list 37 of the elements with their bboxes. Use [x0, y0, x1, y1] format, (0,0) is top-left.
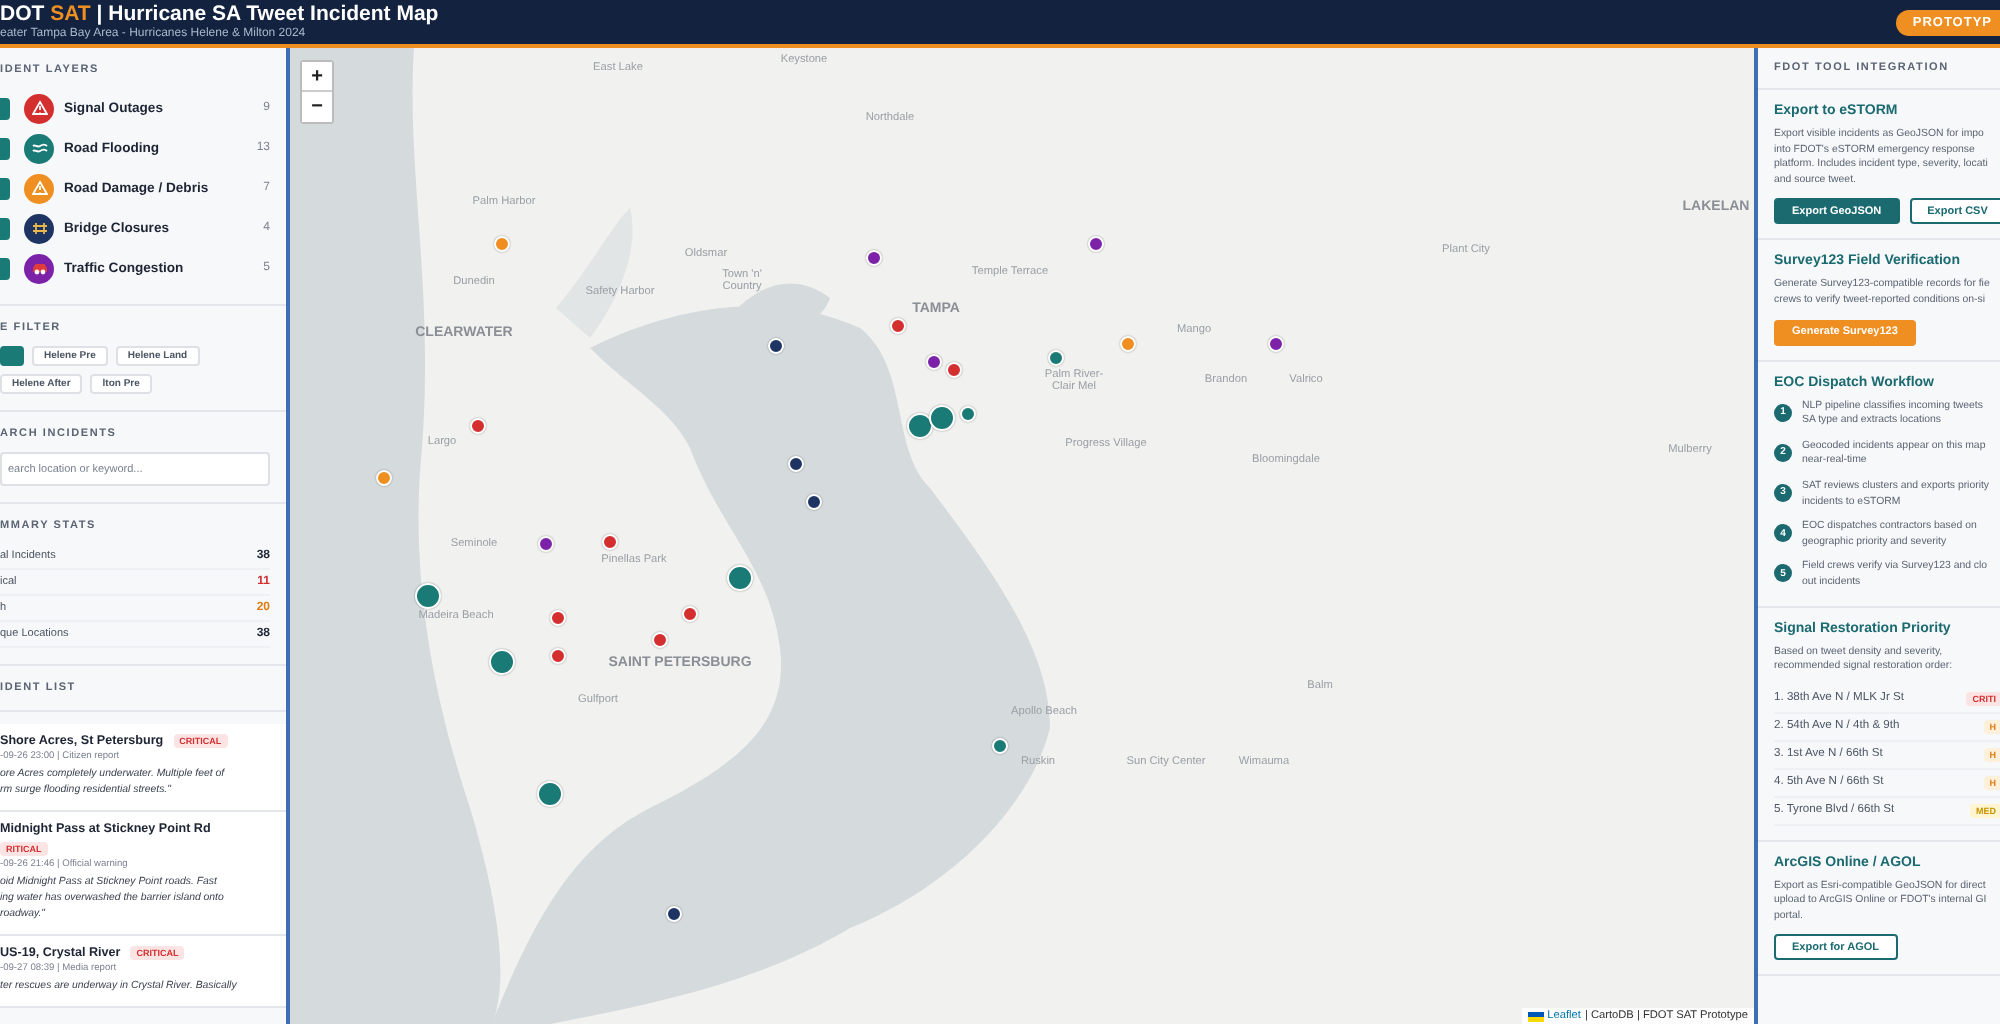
wave-icon	[31, 140, 47, 156]
layer-checkbox[interactable]	[0, 137, 10, 159]
warning-icon	[31, 180, 47, 196]
incident-marker[interactable]	[550, 648, 566, 664]
incident-marker[interactable]	[1120, 336, 1136, 352]
layer-checkbox[interactable]	[0, 217, 10, 239]
incident-marker[interactable]	[926, 354, 942, 370]
incident-marker[interactable]	[866, 250, 882, 266]
layer-checkbox[interactable]	[0, 97, 10, 119]
incident-marker[interactable]	[602, 534, 618, 550]
incident-marker[interactable]	[907, 413, 933, 439]
incident-marker[interactable]	[727, 565, 753, 591]
incident-marker[interactable]	[960, 406, 976, 422]
incident-marker[interactable]	[929, 405, 955, 431]
incident-marker[interactable]	[537, 781, 563, 807]
incident-marker[interactable]	[494, 236, 510, 252]
incident-marker[interactable]	[470, 418, 486, 434]
incident-marker[interactable]	[1088, 236, 1104, 252]
incident-marker[interactable]	[489, 649, 515, 675]
incident-marker[interactable]	[415, 583, 441, 609]
warning-icon	[31, 100, 47, 116]
incident-marker[interactable]	[1048, 350, 1064, 366]
flag-icon	[1527, 1011, 1544, 1021]
incident-marker[interactable]	[1268, 336, 1284, 352]
layer-checkbox[interactable]	[0, 257, 10, 279]
layer-checkbox[interactable]	[0, 177, 10, 199]
incident-marker[interactable]	[946, 362, 962, 378]
app-title: DOT SAT | Hurricane SA Tweet Incident Map	[0, 2, 439, 26]
incident-marker[interactable]	[652, 632, 668, 648]
bridge-icon	[31, 220, 47, 236]
incident-marker[interactable]	[538, 536, 554, 552]
incident-marker[interactable]	[890, 318, 906, 334]
incident-marker[interactable]	[550, 610, 566, 626]
incident-marker[interactable]	[682, 606, 698, 622]
filter-chip[interactable]	[0, 346, 24, 366]
car-icon	[31, 260, 47, 276]
zoom-in-button[interactable]: +	[302, 62, 332, 92]
